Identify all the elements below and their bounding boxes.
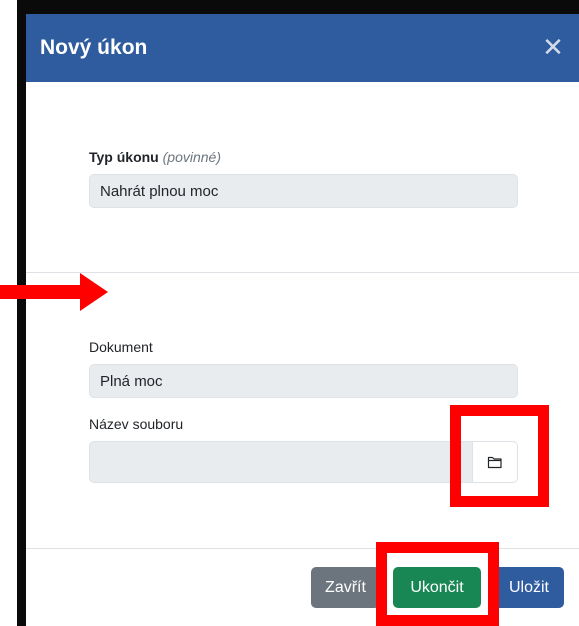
annotation-arrow-shaft (0, 285, 82, 299)
new-action-modal: Nový úkon ✕ Typ úkonu (povinné) Nahrát p… (26, 14, 579, 626)
document-label: Dokument (89, 339, 153, 355)
annotation-highlight-finish (376, 542, 499, 626)
save-button[interactable]: Uložit (494, 567, 564, 608)
window-frame-left (17, 0, 26, 626)
modal-header: Nový úkon ✕ (26, 14, 579, 82)
action-type-label: Typ úkonu (povinné) (89, 149, 221, 165)
action-type-label-text: Typ úkonu (89, 149, 159, 165)
window-frame-top (17, 0, 579, 14)
close-button[interactable]: Zavřít (311, 567, 380, 608)
document-field[interactable]: Plná moc (89, 364, 518, 398)
modal-title: Nový úkon (40, 36, 148, 59)
annotation-arrow-head (80, 273, 108, 311)
file-name-input[interactable] (89, 441, 474, 483)
close-icon[interactable]: ✕ (541, 35, 565, 61)
file-name-label: Název souboru (89, 416, 184, 432)
action-type-field[interactable]: Nahrát plnou moc (89, 174, 518, 208)
annotation-highlight-browse (450, 405, 549, 507)
section-divider (26, 272, 579, 273)
required-hint: (povinné) (162, 149, 221, 165)
